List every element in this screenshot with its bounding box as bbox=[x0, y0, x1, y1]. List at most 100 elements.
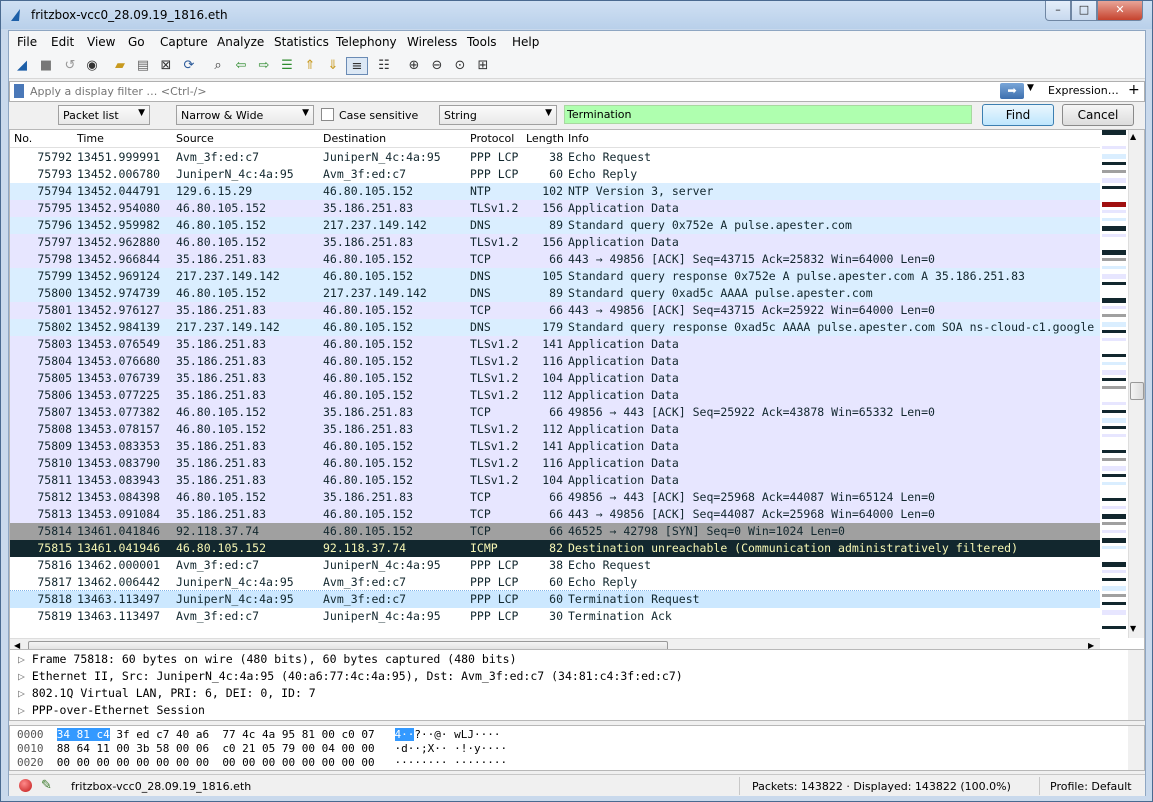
expression-button[interactable]: Expression… bbox=[1048, 84, 1119, 97]
find-input[interactable] bbox=[564, 105, 972, 124]
go-to-packet-icon[interactable]: ☰ bbox=[278, 57, 296, 75]
zoom-in-icon[interactable]: ⊕ bbox=[405, 57, 423, 75]
menu-file[interactable]: File bbox=[17, 35, 37, 49]
zoom-normal-icon[interactable]: ⊙ bbox=[451, 57, 469, 75]
capture-comment-icon[interactable]: ✎ bbox=[41, 778, 52, 793]
menu-edit[interactable]: Edit bbox=[51, 35, 74, 49]
packet-row[interactable]: 75797 13452.962880 46.80.105.152 35.186.251… bbox=[10, 234, 1100, 251]
packet-row[interactable]: 75795 13452.954080 46.80.105.152 35.186.251… bbox=[10, 200, 1100, 217]
menu-view[interactable]: View bbox=[87, 35, 115, 49]
packet-row[interactable]: 75803 13453.076549 35.186.251.83 46.80.105.… bbox=[10, 336, 1100, 353]
packet-row[interactable]: 75794 13452.044791 129.6.15.29 46.80.105.15… bbox=[10, 183, 1100, 200]
stop-capture-icon[interactable]: ■ bbox=[37, 57, 55, 75]
packet-row[interactable]: 75810 13453.083790 35.186.251.83 46.80.105.… bbox=[10, 455, 1100, 472]
packet-row[interactable]: 75800 13452.974739 46.80.105.152 217.237.14… bbox=[10, 285, 1100, 302]
detail-row-pppoe[interactable]: ▷ PPP-over-Ethernet Session bbox=[18, 703, 205, 717]
minimize-button[interactable]: – bbox=[1045, 1, 1071, 21]
status-profile[interactable]: Profile: Default bbox=[1050, 780, 1132, 793]
packet-row[interactable]: 75802 13452.984139 217.237.149.142 46.80.10… bbox=[10, 319, 1100, 336]
packet-row[interactable]: 75793 13452.006780 JuniperN_4c:4a:95 Avm_3f… bbox=[10, 166, 1100, 183]
title-bar[interactable]: fritzbox-vcc0_28.09.19_1816.eth – □ ✕ bbox=[1, 1, 1152, 29]
menu-wireless[interactable]: Wireless bbox=[407, 35, 457, 49]
packet-row[interactable]: 75808 13453.078157 46.80.105.152 35.186.251… bbox=[10, 421, 1100, 438]
expand-arrow-icon[interactable]: ▷ bbox=[18, 669, 32, 683]
capture-options-icon[interactable]: ◉ bbox=[83, 57, 101, 75]
packet-row[interactable]: 75813 13453.091084 35.186.251.83 46.80.105.… bbox=[10, 506, 1100, 523]
packet-row[interactable]: 75801 13452.976127 35.186.251.83 46.80.105.… bbox=[10, 302, 1100, 319]
column-header-info[interactable]: Info bbox=[568, 132, 589, 145]
open-file-icon[interactable]: ▰ bbox=[111, 57, 129, 75]
find-button[interactable]: Find bbox=[982, 104, 1054, 126]
packet-row[interactable]: 75799 13452.969124 217.237.149.142 46.80.10… bbox=[10, 268, 1100, 285]
detail-row-ethernet[interactable]: ▷ Ethernet II, Src: JuniperN_4c:4a:95 (4… bbox=[18, 669, 683, 683]
search-type-select[interactable]: String ▼ bbox=[439, 105, 557, 125]
menu-help[interactable]: Help bbox=[512, 35, 539, 49]
restart-capture-icon[interactable]: ↺ bbox=[61, 57, 79, 75]
save-file-icon[interactable]: ▤ bbox=[134, 57, 152, 75]
display-filter-input[interactable] bbox=[30, 83, 998, 100]
packet-row[interactable]: 75819 13463.113497 Avm_3f:ed:c7 JuniperN_4c… bbox=[10, 608, 1100, 625]
menu-analyze[interactable]: Analyze bbox=[217, 35, 264, 49]
packet-row[interactable]: 75809 13453.083353 35.186.251.83 46.80.105.… bbox=[10, 438, 1100, 455]
expand-arrow-icon[interactable]: ▷ bbox=[18, 652, 32, 666]
scroll-thumb[interactable] bbox=[1130, 382, 1144, 400]
packet-row[interactable]: 75804 13453.076680 35.186.251.83 46.80.105.… bbox=[10, 353, 1100, 370]
char-width-select[interactable]: Narrow & Wide ▼ bbox=[176, 105, 314, 125]
hex-row[interactable]: 0000 34 81 c4 3f ed c7 40 a6 77 4c 4a 95… bbox=[17, 728, 500, 741]
last-packet-icon[interactable]: ⇓ bbox=[324, 57, 342, 75]
hex-row[interactable]: 0010 88 64 11 00 3b 58 00 06 c0 21 05 79… bbox=[17, 742, 507, 755]
find-packet-icon[interactable]: ⌕ bbox=[209, 57, 227, 75]
packet-row[interactable]: 75815 13461.041946 46.80.105.152 92.118.37.… bbox=[10, 540, 1100, 557]
scroll-down-icon[interactable]: ▼ bbox=[1130, 624, 1136, 633]
column-header-destination[interactable]: Destination bbox=[323, 132, 386, 145]
packet-list-scrollbar[interactable]: ▲ ▼ bbox=[1128, 130, 1144, 638]
detail-row-frame[interactable]: ▷ Frame 75818: 60 bytes on wire (480 bit… bbox=[18, 652, 517, 666]
add-filter-button[interactable]: + bbox=[1128, 82, 1140, 98]
auto-scroll-icon[interactable]: ≡ bbox=[346, 57, 368, 75]
maximize-button[interactable]: □ bbox=[1071, 1, 1097, 21]
menu-telephony[interactable]: Telephony bbox=[336, 35, 397, 49]
resize-columns-icon[interactable]: ⊞ bbox=[474, 57, 492, 75]
search-in-select[interactable]: Packet list ▼ bbox=[58, 105, 150, 125]
packet-row[interactable]: 75805 13453.076739 35.186.251.83 46.80.105.… bbox=[10, 370, 1100, 387]
packet-row[interactable]: 75807 13453.077382 46.80.105.152 35.186.251… bbox=[10, 404, 1100, 421]
expand-arrow-icon[interactable]: ▷ bbox=[18, 703, 32, 717]
colorize-icon[interactable]: ☷ bbox=[375, 57, 393, 75]
column-header-length[interactable]: Length bbox=[526, 132, 564, 145]
column-header-source[interactable]: Source bbox=[176, 132, 214, 145]
close-button[interactable]: ✕ bbox=[1097, 1, 1143, 21]
column-header-time[interactable]: Time bbox=[77, 132, 104, 145]
reload-file-icon[interactable]: ⟳ bbox=[180, 57, 198, 75]
menu-tools[interactable]: Tools bbox=[467, 35, 497, 49]
bookmark-icon[interactable] bbox=[14, 84, 24, 98]
packet-row[interactable]: 75798 13452.966844 35.186.251.83 46.80.105.… bbox=[10, 251, 1100, 268]
close-file-icon[interactable]: ⊠ bbox=[157, 57, 175, 75]
case-sensitive-checkbox[interactable] bbox=[321, 108, 334, 121]
packet-row[interactable]: 75818 13463.113497 JuniperN_4c:4a:95 Avm_3f… bbox=[10, 590, 1101, 609]
apply-filter-arrow-icon[interactable]: ➡ bbox=[1000, 83, 1024, 99]
column-header-no[interactable]: No. bbox=[14, 132, 32, 145]
column-header-protocol[interactable]: Protocol bbox=[470, 132, 514, 145]
packet-row[interactable]: 75814 13461.041846 92.118.37.74 46.80.105.1… bbox=[10, 523, 1100, 540]
detail-row-vlan[interactable]: ▷ 802.1Q Virtual LAN, PRI: 6, DEI: 0, ID… bbox=[18, 686, 316, 700]
zoom-out-icon[interactable]: ⊖ bbox=[428, 57, 446, 75]
menu-statistics[interactable]: Statistics bbox=[274, 35, 329, 49]
go-back-icon[interactable]: ⇦ bbox=[232, 57, 250, 75]
menu-go[interactable]: Go bbox=[128, 35, 145, 49]
filter-dropdown-icon[interactable]: ▼ bbox=[1027, 83, 1034, 93]
bytes-scrollbar[interactable] bbox=[1128, 726, 1144, 770]
first-packet-icon[interactable]: ⇑ bbox=[301, 57, 319, 75]
packet-minimap[interactable] bbox=[1100, 130, 1128, 638]
start-capture-icon[interactable]: ◢ bbox=[13, 57, 31, 75]
expand-arrow-icon[interactable]: ▷ bbox=[18, 686, 32, 700]
packet-row[interactable]: 75811 13453.083943 35.186.251.83 46.80.105.… bbox=[10, 472, 1100, 489]
packet-row[interactable]: 75796 13452.959982 46.80.105.152 217.237.14… bbox=[10, 217, 1100, 234]
packet-row[interactable]: 75792 13451.999991 Avm_3f:ed:c7 JuniperN_4c… bbox=[10, 149, 1100, 166]
packet-row[interactable]: 75816 13462.000001 Avm_3f:ed:c7 JuniperN_4c… bbox=[10, 557, 1100, 574]
hex-row[interactable]: 0020 00 00 00 00 00 00 00 00 00 00 00 00… bbox=[17, 756, 507, 769]
menu-capture[interactable]: Capture bbox=[160, 35, 208, 49]
cancel-button[interactable]: Cancel bbox=[1062, 104, 1134, 126]
packet-row[interactable]: 75806 13453.077225 35.186.251.83 46.80.105.… bbox=[10, 387, 1100, 404]
packet-row[interactable]: 75812 13453.084398 46.80.105.152 35.186.251… bbox=[10, 489, 1100, 506]
go-forward-icon[interactable]: ⇨ bbox=[255, 57, 273, 75]
